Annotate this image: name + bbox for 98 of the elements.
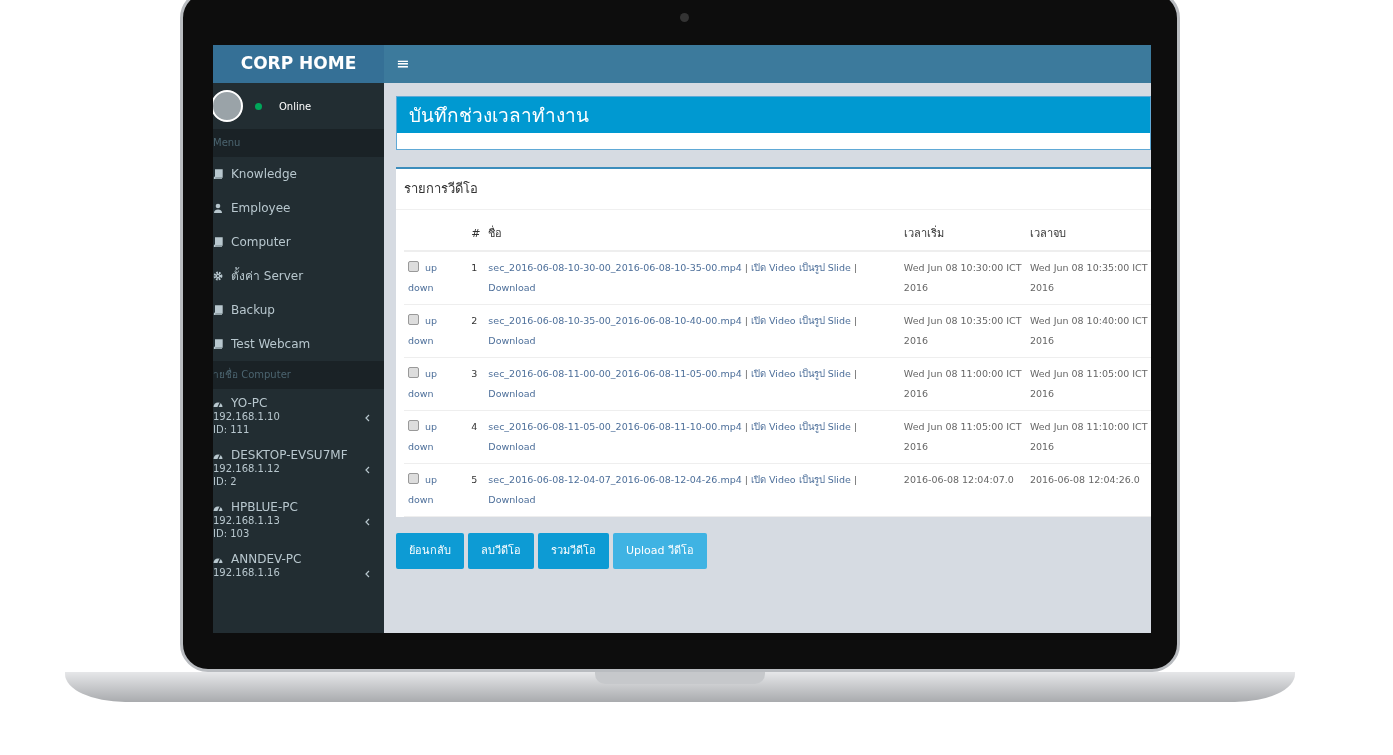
up-link[interactable]: up (425, 368, 438, 379)
column-header: # (467, 217, 485, 251)
menu-button[interactable]: ≡ (384, 52, 422, 76)
start-time: 2016-06-08 12:04:07.0 (899, 463, 1026, 517)
download-link[interactable]: Download (488, 388, 536, 399)
sidebar-item[interactable]: ตั้งค่า Server (213, 259, 384, 293)
slides-link[interactable]: เป็นรูป Slide (798, 368, 851, 379)
up-link[interactable]: up (425, 315, 438, 326)
start-time: Wed Jun 08 11:00:00 ICT 2016 (899, 357, 1026, 411)
download-link[interactable]: Download (488, 494, 536, 505)
book-icon (213, 305, 223, 315)
action-button[interactable]: ย้อนกลับ (396, 533, 464, 569)
column-header: เวลาจบ (1025, 217, 1151, 251)
row-number: 4 (467, 410, 485, 464)
start-time: Wed Jun 08 10:35:00 ICT 2016 (899, 304, 1026, 358)
separator: | (744, 368, 748, 379)
download-link[interactable]: Download (488, 282, 536, 293)
sidebar-item[interactable]: Knowledge (213, 157, 384, 191)
sidebar-item[interactable]: Backup (213, 293, 384, 327)
checkbox[interactable] (408, 314, 419, 325)
start-time: Wed Jun 08 11:05:00 ICT 2016 (899, 410, 1026, 464)
separator: | (853, 421, 858, 432)
computer-id: ID: 111 (213, 423, 250, 436)
separator: | (853, 315, 858, 326)
action-button[interactable]: ลบวีดีโอ (468, 533, 534, 569)
computer-name[interactable]: DESKTOP-EVSU7MF (231, 449, 348, 462)
slides-link[interactable]: เป็นรูป Slide (798, 315, 851, 326)
up-link[interactable]: up (425, 421, 438, 432)
download-link[interactable]: Download (488, 441, 536, 452)
computer-name[interactable]: ANNDEV-PC (231, 553, 302, 566)
open-video-link[interactable]: เปิด Video (751, 421, 796, 432)
row-number: 2 (467, 304, 485, 358)
column-header: ชื่อ (484, 217, 900, 251)
end-time: Wed Jun 08 10:40:00 ICT 2016 (1025, 304, 1151, 358)
action-button[interactable]: รวมวีดีโอ (538, 533, 609, 569)
end-time: 2016-06-08 12:04:26.0 (1025, 463, 1151, 517)
computer-id: ID: 103 (213, 527, 250, 540)
page-title: บันทึกช่วงเวลาทำงาน (397, 97, 1150, 133)
computer-name[interactable]: HPBLUE-PC (231, 501, 298, 514)
separator: | (744, 421, 748, 432)
sidebar-item[interactable]: Employee (213, 191, 384, 225)
book-icon (213, 339, 223, 349)
down-link[interactable]: down (408, 441, 434, 452)
up-link[interactable]: up (425, 474, 438, 485)
user-status: Online (279, 99, 312, 114)
open-video-link[interactable]: เปิด Video (751, 262, 796, 273)
section-heading: ายชื่อ Computer (213, 361, 384, 389)
checkbox[interactable] (408, 261, 419, 272)
file-link[interactable]: sec_2016-06-08-10-30-00_2016-06-08-10-35-00.mp4 (488, 262, 742, 273)
separator: | (853, 368, 858, 379)
down-link[interactable]: down (408, 282, 434, 293)
ip-address: 192.168.1.10 (213, 410, 280, 423)
book-icon (213, 237, 223, 247)
row-number: 5 (467, 463, 485, 517)
end-time: Wed Jun 08 11:05:00 ICT 2016 (1025, 357, 1151, 411)
computer-name[interactable]: YO-PC (231, 397, 268, 410)
ip-address: 192.168.1.13 (213, 514, 280, 527)
file-link[interactable]: sec_2016-06-08-11-00-00_2016-06-08-11-05-00.mp4 (488, 368, 742, 379)
checkbox[interactable] (408, 420, 419, 431)
user-icon (213, 203, 223, 213)
book-icon (213, 169, 223, 179)
file-link[interactable]: sec_2016-06-08-12-04-07_2016-06-08-12-04-26.mp4 (488, 474, 742, 485)
column-header: เวลาเริ่ม (899, 217, 1026, 251)
end-time: Wed Jun 08 11:10:00 ICT 2016 (1025, 410, 1151, 464)
slides-link[interactable]: เป็นรูป Slide (798, 262, 851, 273)
ip-address: 192.168.1.16 (213, 566, 280, 579)
down-link[interactable]: down (408, 494, 434, 505)
brand-logo: CORP HOME (213, 45, 384, 83)
row-number: 1 (467, 251, 485, 305)
open-video-link[interactable]: เปิด Video (751, 368, 796, 379)
panel-title: รายการวีดีโอ (396, 169, 1151, 210)
sidebar-item[interactable]: Test Webcam (213, 327, 384, 361)
computer-id: ID: 2 (213, 475, 237, 488)
open-video-link[interactable]: เปิด Video (751, 315, 796, 326)
separator: | (744, 315, 748, 326)
slides-link[interactable]: เป็นรูป Slide (798, 474, 851, 485)
start-time: Wed Jun 08 10:30:00 ICT 2016 (899, 251, 1026, 305)
separator: | (744, 474, 748, 485)
up-link[interactable]: up (425, 262, 438, 273)
end-time: Wed Jun 08 10:35:00 ICT 2016 (1025, 251, 1151, 305)
checkbox[interactable] (408, 367, 419, 378)
open-video-link[interactable]: เปิด Video (751, 474, 796, 485)
separator: | (744, 262, 748, 273)
avatar-placeholder (213, 90, 243, 122)
down-link[interactable]: down (408, 335, 434, 346)
separator: | (853, 262, 858, 273)
sidebar-item[interactable]: Computer (213, 225, 384, 259)
section-heading: Menu (213, 129, 384, 157)
camera-icon (680, 13, 689, 22)
row-number: 3 (467, 357, 485, 411)
download-link[interactable]: Download (488, 335, 536, 346)
file-link[interactable]: sec_2016-06-08-11-05-00_2016-06-08-11-10-00.mp4 (488, 421, 742, 432)
separator: | (853, 474, 858, 485)
down-link[interactable]: down (408, 388, 434, 399)
checkbox[interactable] (408, 473, 419, 484)
slides-link[interactable]: เป็นรูป Slide (798, 421, 851, 432)
file-link[interactable]: sec_2016-06-08-10-35-00_2016-06-08-10-40-00.mp4 (488, 315, 742, 326)
ip-address: 192.168.1.12 (213, 462, 280, 475)
